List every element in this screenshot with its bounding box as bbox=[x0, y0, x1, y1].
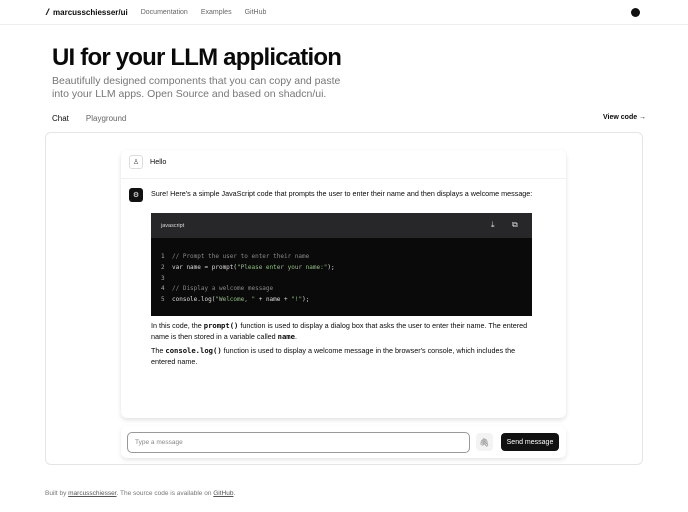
bot-paragraph-2: The console.log() function is used to di… bbox=[151, 345, 536, 367]
inline-code: name bbox=[277, 332, 295, 341]
text: The bbox=[151, 346, 166, 355]
code-line: console.log("Welcome, " + name + "!"); bbox=[172, 296, 310, 304]
user-avatar-icon: ♙ bbox=[129, 155, 143, 169]
github-icon[interactable] bbox=[631, 8, 640, 17]
copy-icon[interactable]: ⧉ bbox=[512, 220, 518, 230]
code-line: // Display a welcome message bbox=[172, 285, 274, 293]
attach-button[interactable]: 🖇 bbox=[476, 433, 493, 451]
brand-link[interactable]: marcusschiesser/ui bbox=[53, 8, 128, 17]
inline-code: prompt() bbox=[203, 321, 239, 330]
code-language: javascript bbox=[161, 222, 185, 229]
text: In this code, the bbox=[151, 321, 204, 330]
inline-code: console.log() bbox=[165, 346, 222, 355]
bot-avatar-icon: ⚙ bbox=[129, 188, 143, 202]
bot-paragraph-1: In this code, the prompt() function is u… bbox=[151, 320, 536, 342]
message-input[interactable]: Type a message bbox=[127, 432, 470, 453]
download-icon[interactable]: ⤓ bbox=[491, 220, 495, 230]
text: . bbox=[294, 332, 297, 341]
nav-github[interactable]: GitHub bbox=[245, 9, 267, 16]
github-link[interactable]: GitHub bbox=[213, 490, 233, 497]
top-nav: // marcusschiesser/ui Documentation Exam… bbox=[0, 0, 688, 25]
tab-playground[interactable]: Playground bbox=[86, 114, 126, 123]
author-link[interactable]: marcusschiesser bbox=[68, 490, 116, 497]
bot-intro: Sure! Here's a simple JavaScript code th… bbox=[151, 189, 533, 198]
paperclip-icon: 🖇 bbox=[479, 437, 490, 447]
user-message: Hello bbox=[150, 157, 167, 166]
code-block: javascript ⤓ ⧉ 1// Prompt the user to en… bbox=[151, 213, 532, 316]
code-header: javascript ⤓ ⧉ bbox=[151, 213, 532, 238]
view-code-link[interactable]: View code → bbox=[603, 114, 646, 121]
nav-examples[interactable]: Examples bbox=[201, 9, 232, 16]
logo-icon: // bbox=[46, 7, 49, 17]
tabs: Chat Playground bbox=[52, 114, 126, 123]
nav-documentation[interactable]: Documentation bbox=[141, 9, 188, 16]
footer-text: . bbox=[233, 490, 236, 497]
footer-text: . The source code is available on bbox=[116, 490, 214, 497]
tab-chat[interactable]: Chat bbox=[52, 114, 69, 123]
code-line: // Prompt the user to enter their name bbox=[172, 253, 310, 260]
page-title: UI for your LLM application bbox=[52, 44, 342, 71]
page-subtitle: Beautifully designed components that you… bbox=[52, 75, 341, 100]
footer-text: Built by bbox=[45, 490, 69, 497]
divider bbox=[121, 178, 566, 179]
footer: Built by marcusschiesser. The source cod… bbox=[45, 490, 235, 497]
code-lines: 1// Prompt the user to enter their name … bbox=[161, 253, 335, 304]
code-line: var name = prompt("Please enter your nam… bbox=[172, 263, 335, 271]
chat-input-bar: Type a message 🖇 Send message bbox=[121, 426, 566, 458]
send-message-button[interactable]: Send message bbox=[501, 433, 559, 451]
